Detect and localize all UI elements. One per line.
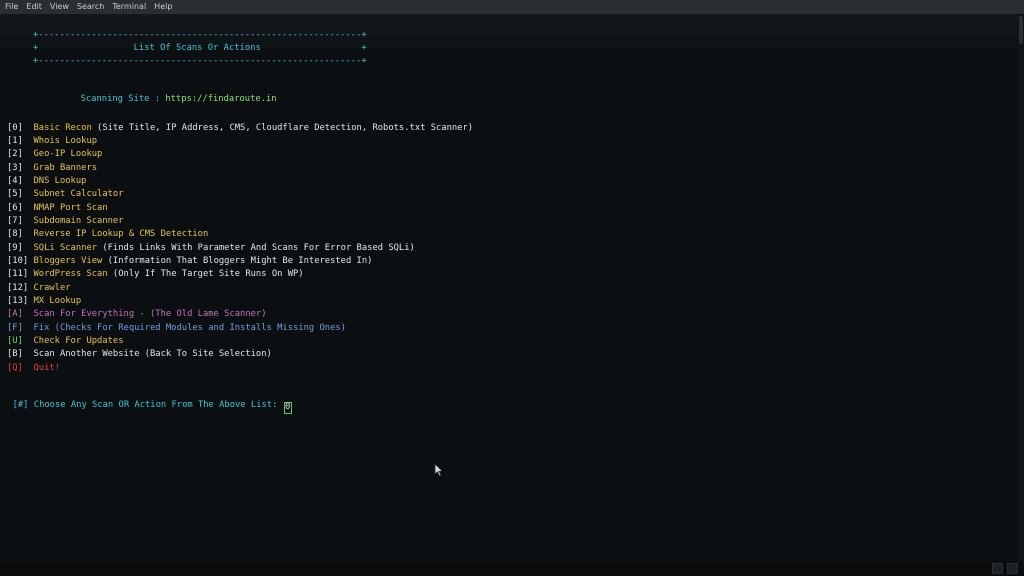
option-label: Fix (Checks For Required Modules and Ins… <box>33 323 346 333</box>
option-item-12: [12] Crawler <box>7 283 71 294</box>
option-label: Subdomain Scanner <box>33 216 124 226</box>
scanning-url: https://findaroute.in <box>165 94 277 104</box>
command-prompt[interactable]: [#] Choose Any Scan OR Action From The A… <box>2 389 292 414</box>
option-item-8: [8] Reverse IP Lookup & CMS Detection <box>7 229 208 240</box>
scanning-site-line: Scanning Site : https://findaroute.in <box>70 83 277 105</box>
banner-title: + List Of Scans Or Actions + <box>33 43 367 53</box>
option-item-u: [U] Check For Updates <box>7 336 124 347</box>
option-item-5: [5] Subnet Calculator <box>7 189 124 200</box>
option-label: Whois Lookup <box>33 136 98 146</box>
menu-search[interactable]: Search <box>73 0 108 14</box>
option-key: [F] <box>7 323 23 333</box>
option-label: Reverse IP Lookup & CMS Detection <box>33 229 209 239</box>
option-desc: (Only If The Target Site Runs On WP) <box>107 269 304 279</box>
scrollbar-thumb[interactable] <box>1019 16 1023 44</box>
menu-file[interactable]: File <box>0 0 22 14</box>
option-key: [6] <box>7 203 23 213</box>
option-key: [5] <box>7 189 23 199</box>
option-label: Scan Another Website (Back To Site Selec… <box>33 349 272 359</box>
option-label: Basic Recon <box>33 123 92 133</box>
option-item-6: [6] NMAP Port Scan <box>7 203 108 214</box>
option-label: Scan For Everything - (The Old Lame Scan… <box>33 309 267 319</box>
option-item-0: [0] Basic Recon (Site Title, IP Address,… <box>7 123 473 134</box>
option-label: NMAP Port Scan <box>33 203 108 213</box>
option-item-7: [7] Subdomain Scanner <box>7 216 124 227</box>
option-item-11: [11] WordPress Scan (Only If The Target … <box>7 269 304 280</box>
option-item-b: [B] Scan Another Website (Back To Site S… <box>7 349 272 360</box>
option-item-2: [2] Geo-IP Lookup <box>7 149 102 160</box>
option-label: Check For Updates <box>33 336 124 346</box>
banner-border-bottom: +---------------------------------------… <box>33 56 367 66</box>
menu-terminal[interactable]: Terminal <box>108 0 150 14</box>
option-label: Crawler <box>33 283 71 293</box>
terminal-scrollbar[interactable] <box>1018 14 1024 562</box>
option-key: [8] <box>7 229 23 239</box>
scanning-label: Scanning Site : <box>80 94 166 104</box>
option-item-4: [4] DNS Lookup <box>7 176 86 187</box>
option-key: [7] <box>7 216 23 226</box>
option-key: [11] <box>7 269 29 279</box>
tray-icon[interactable] <box>992 563 1003 574</box>
mouse-pointer-icon <box>434 463 444 477</box>
tray-icon[interactable] <box>1007 563 1018 574</box>
option-key: [13] <box>7 296 29 306</box>
option-key: [10] <box>7 256 29 266</box>
menubar: File Edit View Search Terminal Help <box>0 0 1024 14</box>
option-key: [B] <box>7 349 23 359</box>
option-key: [A] <box>7 309 23 319</box>
banner-border-top: +---------------------------------------… <box>33 30 367 40</box>
option-item-1: [1] Whois Lookup <box>7 136 97 147</box>
menu-view[interactable]: View <box>46 0 73 14</box>
option-item-13: [13] MX Lookup <box>7 296 81 307</box>
option-key: [12] <box>7 283 29 293</box>
option-item-9: [9] SQLi Scanner (Finds Links With Param… <box>7 243 415 254</box>
input-cursor[interactable]: 0 <box>283 402 292 414</box>
option-label: Geo-IP Lookup <box>33 149 103 159</box>
option-label: MX Lookup <box>33 296 82 306</box>
option-label: DNS Lookup <box>33 176 87 186</box>
option-key: [2] <box>7 149 23 159</box>
option-desc: (Site Title, IP Address, CMS, Cloudflare… <box>91 123 474 133</box>
option-key: [Q] <box>7 363 23 373</box>
option-desc: (Information That Bloggers Might Be Inte… <box>102 256 373 266</box>
option-label: Subnet Calculator <box>33 189 124 199</box>
option-key: [U] <box>7 336 23 346</box>
option-label: Grab Banners <box>33 163 98 173</box>
option-item-q: [Q] Quit! <box>7 363 60 374</box>
option-label: Bloggers View <box>33 256 103 266</box>
option-item-a: [A] Scan For Everything - (The Old Lame … <box>7 309 267 320</box>
option-key: [1] <box>7 136 23 146</box>
taskbar <box>0 562 1024 576</box>
option-label: SQLi Scanner <box>33 243 98 253</box>
option-key: [0] <box>7 123 23 133</box>
option-key: [9] <box>7 243 23 253</box>
option-item-10: [10] Bloggers View (Information That Blo… <box>7 256 372 267</box>
prompt-text: [#] Choose Any Scan OR Action From The A… <box>12 400 283 410</box>
option-label: WordPress Scan <box>33 269 108 279</box>
menu-edit[interactable]: Edit <box>22 0 46 14</box>
option-label: Quit! <box>33 363 60 373</box>
menu-help[interactable]: Help <box>150 0 176 14</box>
option-item-3: [3] Grab Banners <box>7 163 97 174</box>
option-key: [3] <box>7 163 23 173</box>
option-item-f: [F] Fix (Checks For Required Modules and… <box>7 323 346 334</box>
option-key: [4] <box>7 176 23 186</box>
option-desc: (Finds Links With Parameter And Scans Fo… <box>97 243 415 253</box>
